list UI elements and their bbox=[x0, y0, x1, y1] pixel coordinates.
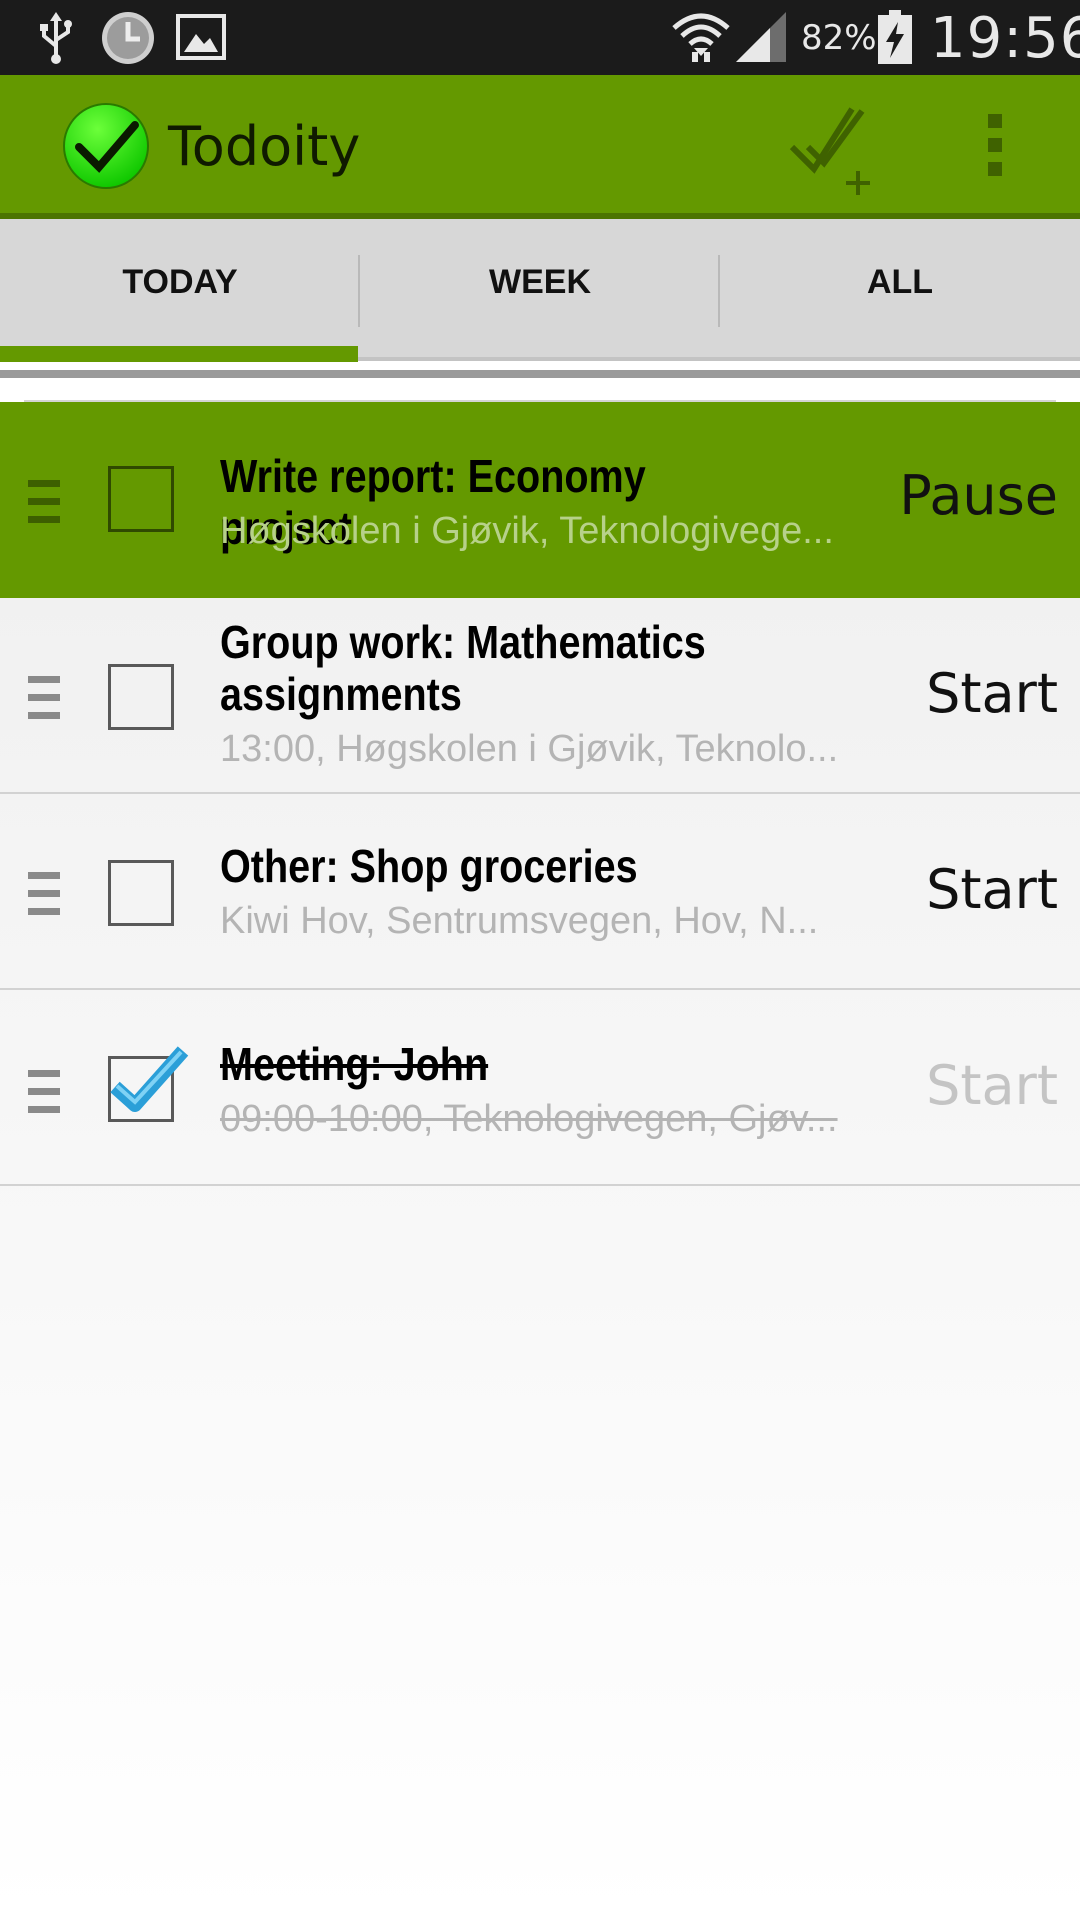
task-checkbox[interactable] bbox=[108, 664, 174, 730]
task-subtitle: 09:00-10:00, Teknologivegen, Gjøv... bbox=[220, 1098, 838, 1140]
battery-charging-icon bbox=[878, 10, 912, 64]
start-button[interactable]: Start bbox=[898, 1054, 1058, 1117]
battery-percentage: 82% bbox=[801, 18, 877, 58]
app-title: Todoity bbox=[168, 115, 361, 178]
drag-handle-icon[interactable] bbox=[28, 1070, 60, 1114]
task-checkbox[interactable] bbox=[108, 860, 174, 926]
add-task-button[interactable] bbox=[780, 95, 880, 195]
wifi-icon bbox=[672, 13, 730, 62]
add-task-icon bbox=[789, 107, 870, 195]
task-list: Write report: Economy project Høgskolen … bbox=[0, 402, 1080, 1920]
green-checkmark-logo-icon bbox=[63, 103, 149, 189]
tab-divider-line bbox=[0, 370, 1080, 378]
task-row[interactable]: Meeting: John 09:00-10:00, Teknologivege… bbox=[0, 990, 1080, 1186]
status-bar: 82% 19:56 bbox=[0, 0, 1080, 75]
start-button[interactable]: Start bbox=[898, 662, 1058, 725]
tab-week[interactable]: WEEK bbox=[360, 219, 720, 361]
tab-all[interactable]: ALL bbox=[720, 219, 1080, 361]
start-button[interactable]: Start bbox=[898, 858, 1058, 921]
task-title: Other: Shop groceries bbox=[220, 840, 638, 892]
tab-today[interactable]: TODAY bbox=[0, 219, 360, 361]
task-title: Group work: Mathematics assignments bbox=[220, 616, 706, 720]
drag-handle-icon[interactable] bbox=[28, 676, 60, 720]
gallery-icon bbox=[176, 14, 226, 60]
checkmark-icon bbox=[110, 1046, 189, 1112]
drag-handle-icon[interactable] bbox=[28, 480, 60, 524]
task-row[interactable]: Group work: Mathematics assignments 13:0… bbox=[0, 598, 1080, 794]
tab-bar: TODAY WEEK ALL bbox=[0, 219, 1080, 362]
task-row[interactable]: Write report: Economy project Høgskolen … bbox=[0, 402, 1080, 598]
tab-selected-indicator bbox=[0, 346, 358, 362]
signal-icon bbox=[736, 12, 786, 62]
drag-handle-icon[interactable] bbox=[28, 872, 60, 916]
task-checkbox[interactable] bbox=[108, 466, 174, 532]
clock-icon bbox=[102, 12, 154, 64]
overflow-menu-icon bbox=[988, 114, 1002, 176]
task-title: Meeting: John bbox=[220, 1038, 489, 1090]
task-row[interactable]: Other: Shop groceries Kiwi Hov, Sentrums… bbox=[0, 794, 1080, 990]
pause-button[interactable]: Pause bbox=[898, 464, 1058, 527]
task-subtitle: Kiwi Hov, Sentrumsvegen, Hov, N... bbox=[220, 900, 819, 942]
task-checkbox[interactable] bbox=[108, 1046, 189, 1122]
usb-icon bbox=[40, 12, 72, 64]
overflow-menu-button[interactable] bbox=[965, 95, 1025, 195]
action-bar: Todoity bbox=[0, 75, 1080, 213]
task-subtitle: Høgskolen i Gjøvik, Teknologivege... bbox=[220, 510, 834, 552]
status-clock: 19:56 bbox=[930, 6, 1080, 71]
tab-baseline bbox=[358, 357, 1080, 361]
task-subtitle: 13:00, Høgskolen i Gjøvik, Teknolo... bbox=[220, 728, 839, 770]
